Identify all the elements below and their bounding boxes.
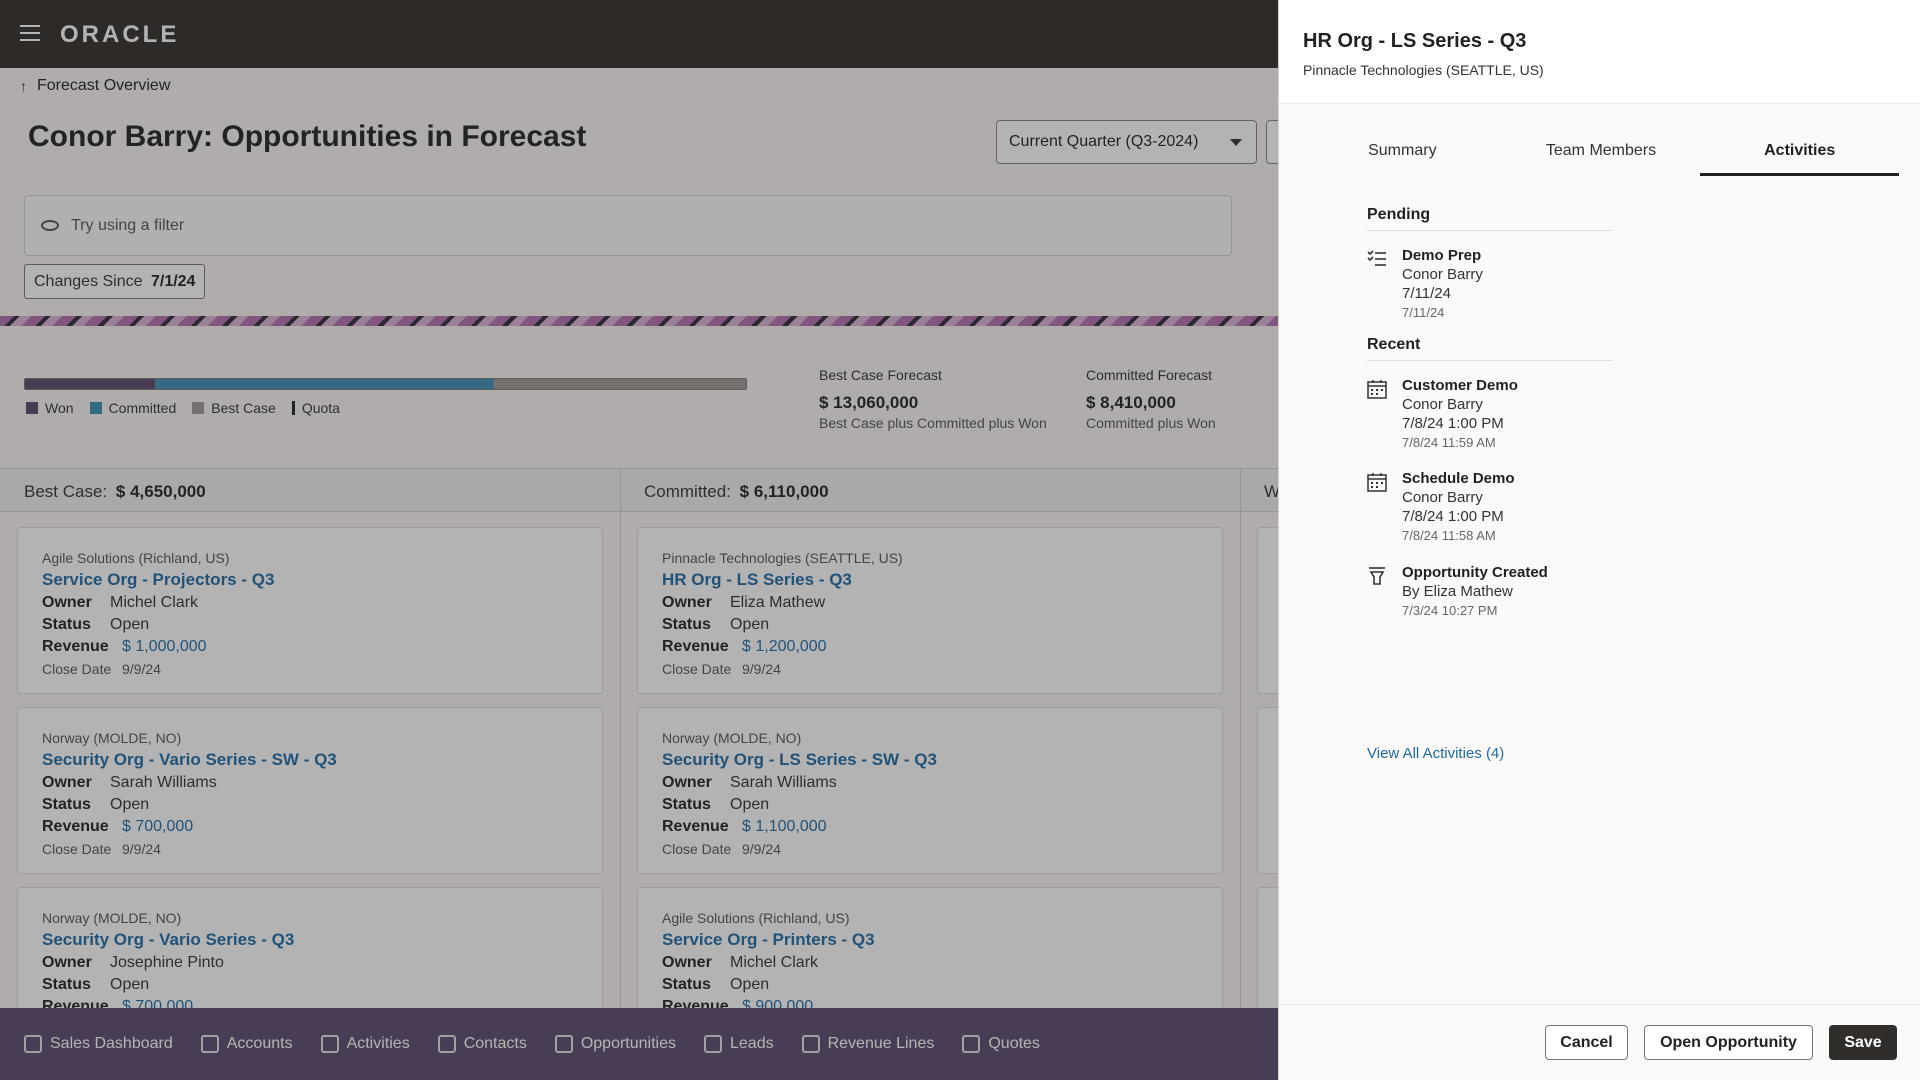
recent-section-title: Recent: [1367, 336, 1612, 361]
drawer-header: HR Org - LS Series - Q3 Pinnacle Technol…: [1279, 0, 1920, 104]
activity-person: Conor Barry: [1402, 266, 1483, 283]
view-all-activities-link[interactable]: View All Activities (4): [1367, 745, 1504, 762]
opportunity-drawer: HR Org - LS Series - Q3 Pinnacle Technol…: [1278, 0, 1920, 1080]
activity-when: 7/11/24: [1402, 285, 1451, 302]
activity-title[interactable]: Customer Demo: [1402, 377, 1518, 394]
calendar-icon: [1367, 380, 1387, 399]
activity-item[interactable]: Demo Prep Conor Barry 7/11/24 7/11/24: [1367, 247, 1483, 320]
activity-item[interactable]: Schedule Demo Conor Barry 7/8/24 1:00 PM…: [1367, 470, 1515, 543]
activity-person: By Eliza Mathew: [1402, 583, 1513, 600]
activity-title[interactable]: Schedule Demo: [1402, 470, 1515, 487]
activity-timestamp: 7/11/24: [1402, 305, 1445, 320]
activity-item[interactable]: Opportunity Created By Eliza Mathew 7/3/…: [1367, 564, 1548, 618]
activity-item[interactable]: Customer Demo Conor Barry 7/8/24 1:00 PM…: [1367, 377, 1518, 450]
activity-title[interactable]: Demo Prep: [1402, 247, 1483, 264]
activity-timestamp: 7/8/24 11:58 AM: [1402, 528, 1496, 543]
drawer-subtitle: Pinnacle Technologies (SEATTLE, US): [1303, 62, 1544, 78]
funnel-icon: [1369, 567, 1385, 585]
activity-timestamp: 7/3/24 10:27 PM: [1402, 603, 1498, 618]
pending-section-title: Pending: [1367, 206, 1612, 231]
cancel-button[interactable]: Cancel: [1545, 1025, 1628, 1060]
tab-summary[interactable]: Summary: [1303, 130, 1502, 176]
save-button[interactable]: Save: [1829, 1025, 1897, 1060]
drawer-title: HR Org - LS Series - Q3: [1303, 30, 1527, 52]
tab-activities[interactable]: Activities: [1700, 130, 1900, 176]
open-opportunity-button[interactable]: Open Opportunity: [1644, 1025, 1813, 1060]
modal-scrim[interactable]: [0, 0, 1278, 1080]
calendar-icon: [1367, 473, 1387, 492]
activity-person: Conor Barry: [1402, 396, 1483, 413]
activity-when: 7/8/24 1:00 PM: [1402, 415, 1504, 432]
tab-team-members[interactable]: Team Members: [1502, 130, 1701, 176]
activity-timestamp: 7/8/24 11:59 AM: [1402, 435, 1496, 450]
drawer-tabs: Summary Team Members Activities: [1303, 130, 1900, 176]
activity-title[interactable]: Opportunity Created: [1402, 564, 1548, 581]
activity-when: 7/8/24 1:00 PM: [1402, 508, 1504, 525]
task-list-icon: [1367, 250, 1386, 266]
activity-person: Conor Barry: [1402, 489, 1483, 506]
